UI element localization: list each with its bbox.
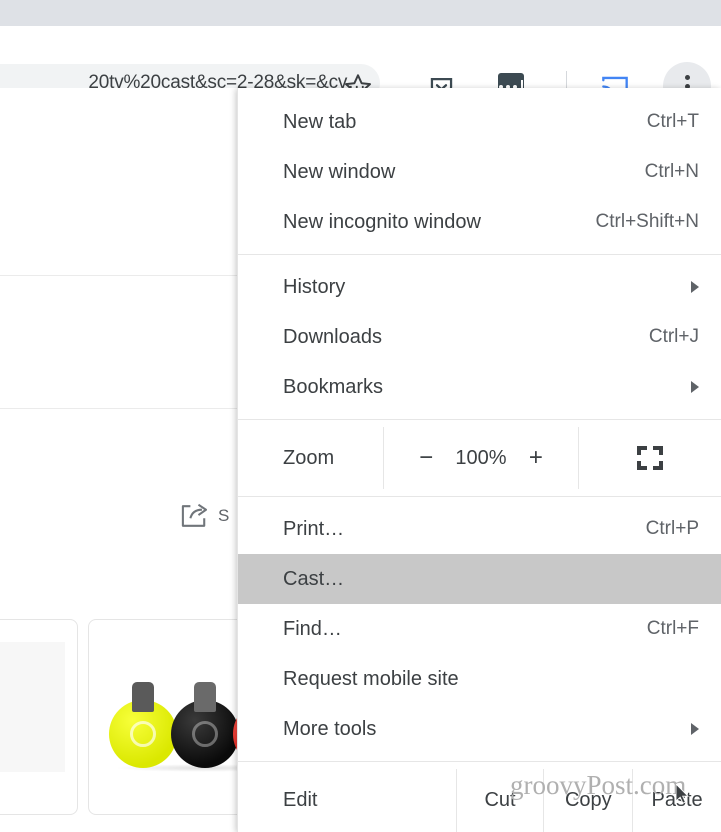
product-thumbnail <box>0 642 65 772</box>
menu-item-shortcut: Ctrl+Shift+N <box>595 211 699 232</box>
menu-item-new-incognito-window[interactable]: New incognito window Ctrl+Shift+N <box>238 197 721 247</box>
menu-separator <box>238 254 721 255</box>
menu-item-new-window[interactable]: New window Ctrl+N <box>238 147 721 197</box>
menu-separator <box>238 496 721 497</box>
menu-item-shortcut: Ctrl+N <box>644 161 699 182</box>
menu-item-find[interactable]: Find… Ctrl+F <box>238 604 721 654</box>
menu-item-new-tab[interactable]: New tab Ctrl+T <box>238 97 721 147</box>
browser-toolbar: 20tv%20cast&sc=2-28&sk=&cv… <box>0 26 721 110</box>
menu-separator <box>238 419 721 420</box>
menu-item-more-tools[interactable]: More tools <box>238 704 721 754</box>
menu-item-cast[interactable]: Cast… <box>238 554 721 604</box>
fullscreen-button[interactable] <box>579 427 721 489</box>
product-card[interactable] <box>0 619 78 815</box>
menu-item-label: History <box>283 275 346 298</box>
zoom-controls: − 100% + <box>383 427 579 489</box>
menu-separator <box>238 761 721 762</box>
menu-item-label: Bookmarks <box>283 375 384 398</box>
zoom-in-button[interactable]: + <box>529 446 543 470</box>
share-label: S <box>218 506 230 525</box>
edit-label: Edit <box>283 789 318 811</box>
menu-item-label: More tools <box>283 717 377 740</box>
menu-item-bookmarks[interactable]: Bookmarks <box>238 362 721 412</box>
menu-item-shortcut: Ctrl+F <box>646 618 699 639</box>
menu-item-shortcut: Ctrl+P <box>645 518 699 539</box>
menu-item-label: Downloads <box>283 325 382 348</box>
menu-item-label: Request mobile site <box>283 667 459 690</box>
mouse-cursor <box>676 784 689 804</box>
chromecast-lens <box>192 721 218 747</box>
menu-dot <box>684 74 690 80</box>
menu-item-history[interactable]: History <box>238 262 721 312</box>
zoom-label: Zoom <box>283 446 335 469</box>
tab-strip <box>0 0 721 26</box>
watermark: groovyPost.com <box>510 770 687 800</box>
chromecast-black <box>171 682 239 768</box>
chromecast-tab <box>132 682 154 712</box>
menu-item-label: New incognito window <box>283 210 481 233</box>
chevron-right-icon <box>691 723 699 735</box>
chevron-right-icon <box>691 281 699 293</box>
menu-item-downloads[interactable]: Downloads Ctrl+J <box>238 312 721 362</box>
share-control[interactable]: S <box>180 503 229 529</box>
menu-item-label: New window <box>283 160 396 183</box>
chromecast-yellow <box>109 682 177 768</box>
menu-item-shortcut: Ctrl+J <box>648 326 699 347</box>
zoom-row: Zoom − 100% + <box>238 427 721 489</box>
chromecast-lens <box>130 721 156 747</box>
browser-window: 20tv%20cast&sc=2-28&sk=&cv… S New tab Ct… <box>0 0 721 832</box>
menu-item-label: Cast… <box>283 567 345 590</box>
fullscreen-icon <box>637 446 663 470</box>
menu-item-request-mobile-site[interactable]: Request mobile site <box>238 654 721 704</box>
zoom-out-button[interactable]: − <box>419 446 433 470</box>
menu-item-print[interactable]: Print… Ctrl+P <box>238 504 721 554</box>
menu-item-label: Print… <box>283 517 345 540</box>
menu-item-label: New tab <box>283 110 357 133</box>
chevron-right-icon <box>691 381 699 393</box>
chrome-dropdown-menu: New tab Ctrl+T New window Ctrl+N New inc… <box>237 88 721 832</box>
menu-item-shortcut: Ctrl+T <box>646 111 699 132</box>
share-icon <box>181 503 207 527</box>
menu-item-label: Find… <box>283 617 342 640</box>
chromecast-tab <box>194 682 216 712</box>
zoom-level-value: 100% <box>455 446 507 469</box>
